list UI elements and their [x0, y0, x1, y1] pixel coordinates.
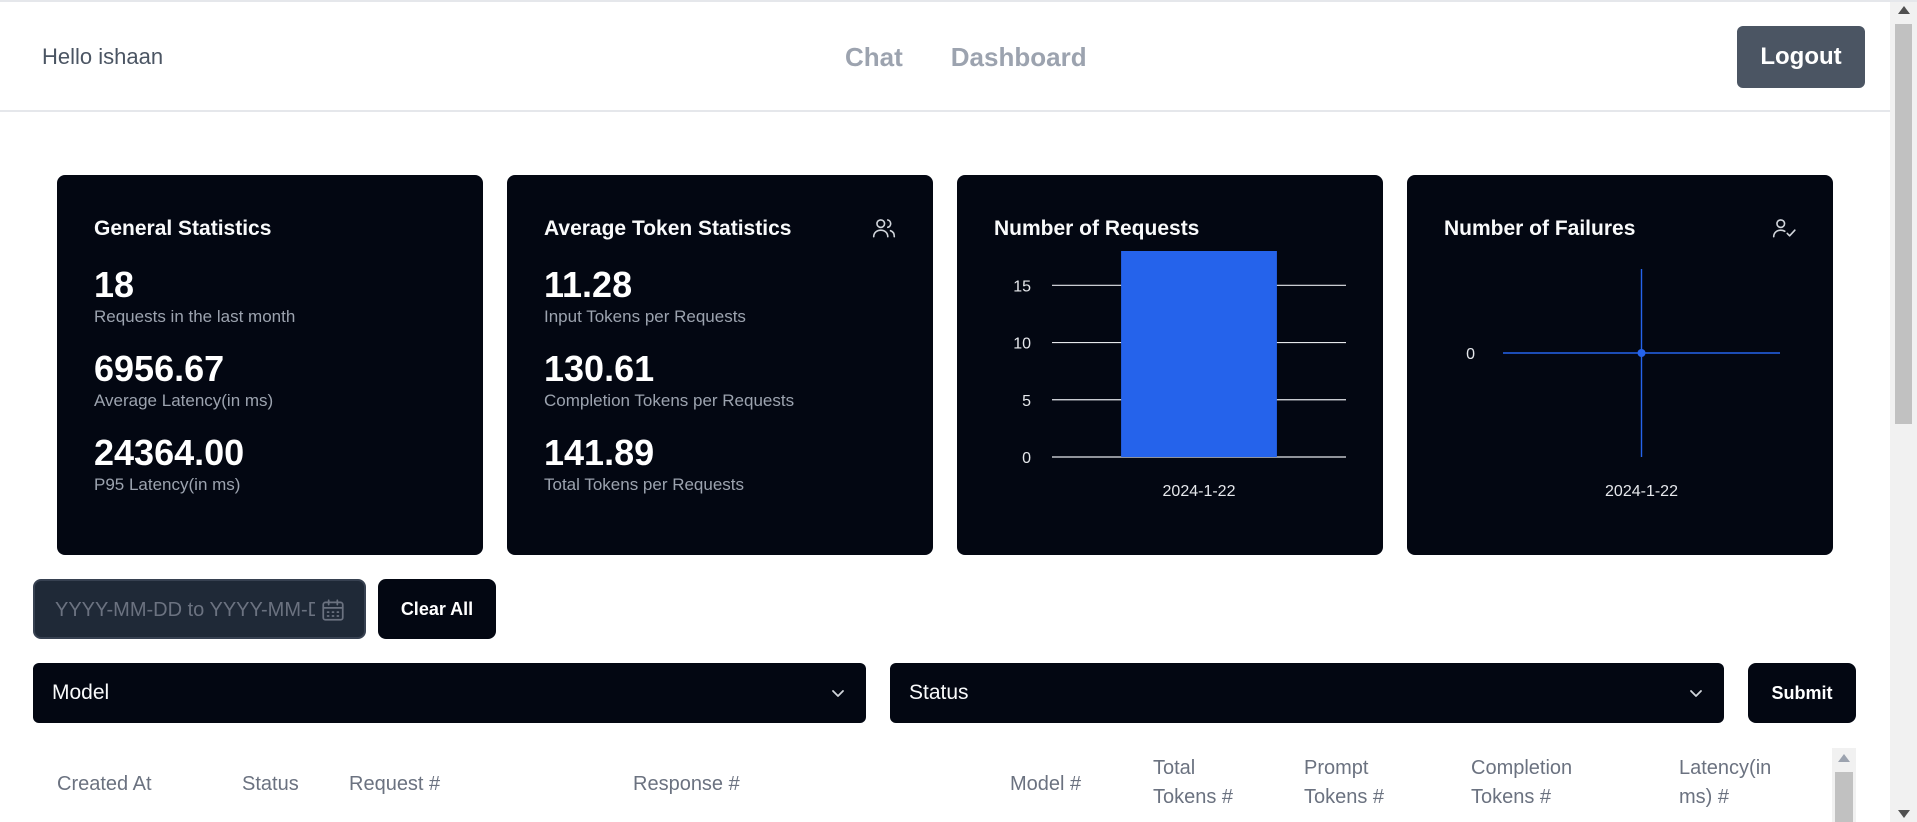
stat-value: 11.28: [544, 264, 633, 305]
x-tick-label: 2024-1-22: [1605, 483, 1678, 500]
stat-total-tokens: 141.89 Total Tokens per Requests: [544, 433, 744, 495]
status-select[interactable]: Status: [890, 663, 1724, 723]
calendar-icon[interactable]: [320, 597, 346, 623]
page-scrollbar[interactable]: [1890, 2, 1917, 822]
number-of-failures-card: Number of Failures 0 2024-1-22: [1407, 175, 1833, 555]
logout-button[interactable]: Logout: [1737, 26, 1865, 88]
stat-avg-latency: 6956.67 Average Latency(in ms): [94, 349, 273, 411]
scroll-up-arrow[interactable]: [1898, 6, 1910, 14]
users-icon: [872, 219, 896, 238]
y-tick-label: 0: [1466, 346, 1475, 363]
average-token-statistics-card: Average Token Statistics 11.28 Input Tok…: [507, 175, 933, 555]
header-latency[interactable]: Latency(in ms) #: [1679, 754, 1771, 812]
x-tick-label: 2024-1-22: [1163, 483, 1236, 500]
stat-p95-latency: 24364.00 P95 Latency(in ms): [94, 433, 244, 495]
header-prompt-tokens[interactable]: Prompt Tokens #: [1304, 754, 1384, 812]
scroll-up-arrow[interactable]: [1838, 754, 1850, 762]
stat-input-tokens: 11.28 Input Tokens per Requests: [544, 265, 746, 327]
stat-label: Completion Tokens per Requests: [544, 391, 795, 410]
stat-value: 6956.67: [94, 348, 225, 389]
number-of-requests-card: Number of Requests 0 5 10 15 2024-1-22: [957, 175, 1383, 555]
top-navbar: Hello ishaan Chat Dashboard Logout: [0, 2, 1890, 112]
stat-value: 24364.00: [94, 432, 245, 473]
stat-label: Average Latency(in ms): [94, 391, 274, 410]
model-select[interactable]: Model: [33, 663, 866, 723]
stat-label: Total Tokens per Requests: [544, 475, 745, 494]
bar: [1121, 251, 1277, 457]
scroll-thumb[interactable]: [1835, 772, 1853, 822]
nav-chat-link[interactable]: Chat: [845, 42, 903, 73]
stat-label: Input Tokens per Requests: [544, 307, 746, 326]
chevron-down-icon: [1690, 690, 1702, 697]
greeting-text: Hello ishaan: [42, 44, 164, 69]
y-tick-label: 10: [1013, 336, 1031, 353]
chevron-down-icon: [832, 690, 844, 697]
failures-line-chart: 0 2024-1-22: [1466, 269, 1780, 500]
submit-button[interactable]: Submit: [1748, 663, 1856, 723]
card-title: General Statistics: [94, 217, 272, 240]
dashboard-page: Hello ishaan Chat Dashboard Logout Gener…: [0, 0, 1917, 822]
card-title: Average Token Statistics: [544, 217, 792, 240]
date-range-picker[interactable]: [33, 579, 366, 639]
stat-label: Requests in the last month: [94, 307, 296, 326]
stat-value: 141.89: [544, 432, 655, 473]
data-point: [1637, 349, 1646, 357]
requests-bar-chart: 0 5 10 15 2024-1-22: [1013, 251, 1346, 500]
requests-table-header: Created At Status Request # Response # M…: [33, 746, 1837, 822]
table-scrollbar[interactable]: [1832, 748, 1856, 822]
model-select-label: Model: [52, 681, 110, 704]
header-created-at[interactable]: Created At: [57, 770, 152, 799]
header-status[interactable]: Status: [242, 770, 299, 799]
nav-links: Chat Dashboard: [845, 42, 1087, 73]
status-select-label: Status: [909, 681, 969, 704]
header-total-tokens[interactable]: Total Tokens #: [1153, 754, 1233, 812]
y-tick-label: 15: [1013, 278, 1031, 295]
header-completion-tokens[interactable]: Completion Tokens #: [1471, 754, 1572, 812]
header-response[interactable]: Response #: [633, 770, 740, 799]
header-model[interactable]: Model #: [1010, 770, 1081, 799]
date-range-input[interactable]: [55, 595, 315, 625]
header-request[interactable]: Request #: [349, 770, 440, 799]
stat-completion-tokens: 130.61 Completion Tokens per Requests: [544, 349, 794, 411]
stat-value: 130.61: [544, 348, 655, 389]
nav-dashboard-link[interactable]: Dashboard: [951, 42, 1087, 73]
general-statistics-card: General Statistics 18 Requests in the la…: [57, 175, 483, 555]
y-tick-label: 5: [1022, 393, 1031, 410]
y-tick-label: 0: [1022, 450, 1031, 467]
scroll-thumb[interactable]: [1895, 24, 1912, 424]
stat-requests: 18 Requests in the last month: [94, 265, 295, 327]
clear-all-button[interactable]: Clear All: [378, 579, 496, 639]
stat-value: 18: [94, 264, 135, 305]
scroll-down-arrow[interactable]: [1898, 810, 1910, 818]
stat-label: P95 Latency(in ms): [94, 475, 241, 494]
